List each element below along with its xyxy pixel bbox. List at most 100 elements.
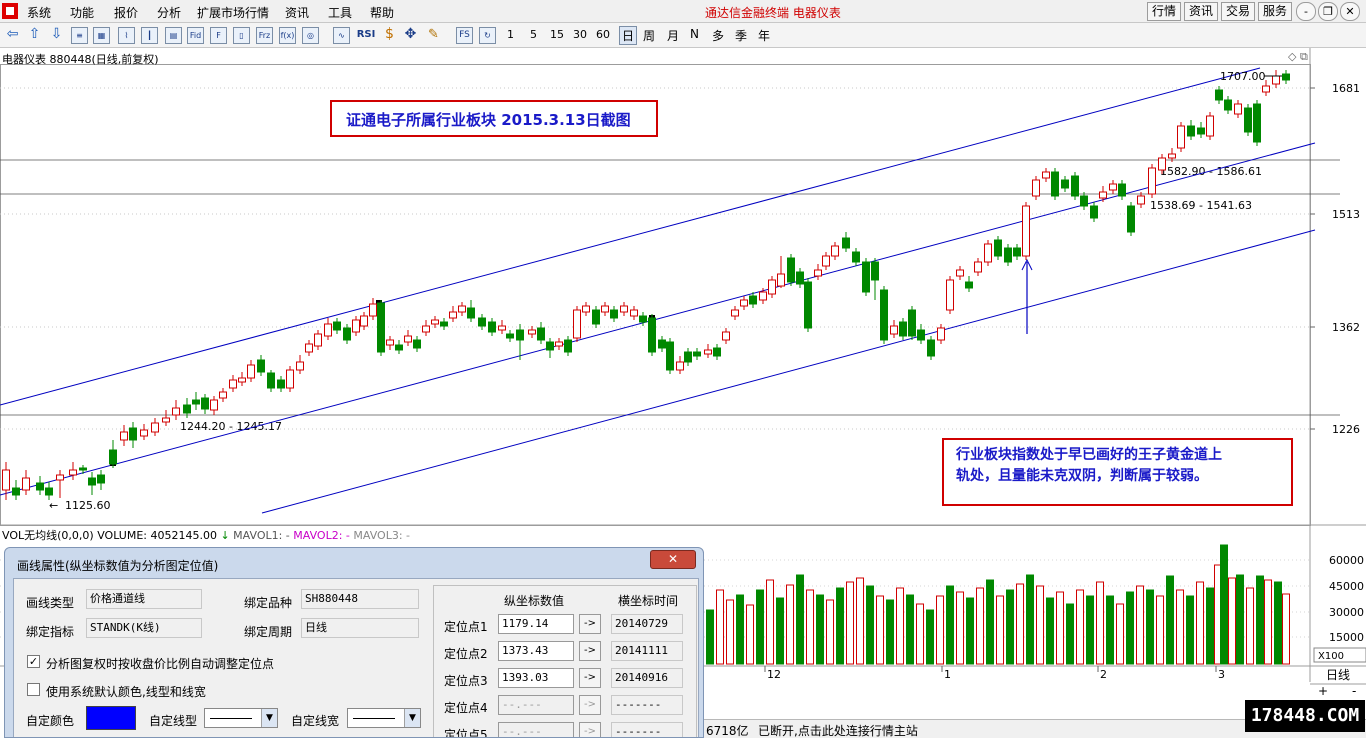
period-month[interactable]: 月 xyxy=(667,27,679,44)
cycle-icon[interactable]: ◎ xyxy=(302,27,319,44)
candle-down xyxy=(1071,175,1079,197)
finance-icon[interactable]: Fid xyxy=(187,27,204,44)
trade-button[interactable]: 交易 xyxy=(1221,2,1255,21)
chart-title: 电器仪表 880448(日线,前复权) xyxy=(2,53,159,66)
menu-function[interactable]: 功能 xyxy=(70,4,94,21)
x-axis-label: 1 xyxy=(944,668,951,681)
auto-adjust-checkbox[interactable]: ✓ xyxy=(27,655,40,668)
period-60min[interactable]: 60 xyxy=(596,28,610,41)
candle-up xyxy=(1109,183,1117,191)
restore-icon[interactable]: ❐ xyxy=(1318,2,1338,21)
volume-bar-up xyxy=(1056,591,1064,665)
low-price-label: 1125.60 xyxy=(65,499,111,512)
mavol3: MAVOL3: - xyxy=(353,529,410,542)
anchor-2-value-input[interactable]: 1373.43 xyxy=(498,641,574,661)
menu-extended-market[interactable]: 扩展市场行情 xyxy=(197,4,269,21)
minimize-icon[interactable]: - xyxy=(1296,2,1316,21)
period-week[interactable]: 周 xyxy=(643,27,655,44)
anchor-2-pick-button[interactable]: -> xyxy=(579,641,601,661)
anchor-3-value-input[interactable]: 1393.03 xyxy=(498,668,574,688)
dialog-body: 画线类型 价格通道线 绑定品种 SH880448 绑定指标 STANDK(K线)… xyxy=(13,578,699,737)
f10-icon[interactable]: F xyxy=(210,27,227,44)
service-button[interactable]: 服务 xyxy=(1258,2,1292,21)
line-chart-icon[interactable]: ⌇ xyxy=(118,27,135,44)
candle-up xyxy=(890,325,898,335)
rsi-icon[interactable]: RSI xyxy=(356,27,376,44)
formula-icon[interactable]: f(x) xyxy=(279,27,296,44)
refresh-icon[interactable]: ↻ xyxy=(479,27,496,44)
candle-down xyxy=(684,351,692,363)
color-swatch[interactable] xyxy=(86,706,136,730)
volume-bar-up xyxy=(786,584,794,665)
menu-analysis[interactable]: 分析 xyxy=(157,4,181,21)
pencil-icon[interactable]: ✎ xyxy=(425,27,442,44)
menu-quote[interactable]: 报价 xyxy=(114,4,138,21)
anchor-1-date: 20140729 xyxy=(611,614,683,634)
anchor-5-date: ------- xyxy=(611,722,683,737)
dialog-title: 画线属性(纵坐标数值为分析图定位值) xyxy=(17,559,219,573)
candle-up xyxy=(219,391,227,399)
default-style-checkbox[interactable] xyxy=(27,683,40,696)
toolbar: ⇦ ⇧ ⇩ ≡ ▦ ⌇ ┃ ▤ Fid F ▯ Frz f(x) ◎ ∿ RSI… xyxy=(0,23,1366,48)
dialog-close-button[interactable]: ✕ xyxy=(650,550,696,569)
period-5min[interactable]: 5 xyxy=(530,28,537,41)
price-axis-label: 1513 xyxy=(1332,208,1360,221)
candle-up xyxy=(151,422,159,433)
candlestick-icon[interactable]: ┃ xyxy=(141,27,158,44)
period-day[interactable]: 日 xyxy=(619,26,638,45)
indicator-icon[interactable]: ∿ xyxy=(333,27,350,44)
back-arrow-icon[interactable]: ⇦ xyxy=(4,27,21,44)
volume-bar-down xyxy=(866,585,874,665)
candle-down xyxy=(842,237,850,249)
menu-news[interactable]: 资讯 xyxy=(285,4,309,21)
down-arrow-icon[interactable]: ⇩ xyxy=(48,27,65,44)
menu-tools[interactable]: 工具 xyxy=(328,4,352,21)
volume-bar-up xyxy=(856,577,864,665)
anchor-3-pick-button[interactable]: -> xyxy=(579,668,601,688)
period-year[interactable]: 年 xyxy=(758,27,770,44)
watermark-logo: 178448.COM xyxy=(1245,700,1365,732)
candle-down xyxy=(658,339,666,349)
period-quarter[interactable]: 季 xyxy=(735,27,747,44)
news-button[interactable]: 资讯 xyxy=(1184,2,1218,21)
grid-icon[interactable]: ▦ xyxy=(93,27,110,44)
period-n[interactable]: N xyxy=(690,27,699,41)
anchor-4-label: 定位点4 xyxy=(444,701,488,715)
up-arrow-icon[interactable]: ⇧ xyxy=(26,27,43,44)
money-icon[interactable]: $ xyxy=(381,27,398,44)
period-multi[interactable]: 多 xyxy=(712,27,724,44)
document-icon[interactable]: ▯ xyxy=(233,27,250,44)
menu-help[interactable]: 帮助 xyxy=(370,4,394,21)
anchor-4-pick-button[interactable]: -> xyxy=(579,695,601,715)
anchor-1-pick-button[interactable]: -> xyxy=(579,614,601,634)
candle-up xyxy=(573,309,581,339)
anchor-4-value-input[interactable]: --.--- xyxy=(498,695,574,715)
chart-corner-icons[interactable]: ◇ ⧉ xyxy=(1288,50,1308,64)
line-style-select[interactable]: ▼ xyxy=(204,708,278,728)
period-1min[interactable]: 1 xyxy=(507,28,514,41)
report-icon[interactable]: ▤ xyxy=(165,27,182,44)
status-connect-link[interactable]: 已断开,点击此处连接行情主站 xyxy=(758,722,918,739)
frz-icon[interactable]: Frz xyxy=(256,27,273,44)
list-icon[interactable]: ≡ xyxy=(71,27,88,44)
anchor-5-pick-button[interactable]: -> xyxy=(579,722,601,737)
period-15min[interactable]: 15 xyxy=(550,28,564,41)
anchor-1-label: 定位点1 xyxy=(444,620,488,634)
candle-up xyxy=(449,311,457,319)
fs-icon[interactable]: FS xyxy=(456,27,473,44)
chevron-down-icon: ▼ xyxy=(404,709,420,727)
volume-bar-up xyxy=(1096,581,1104,665)
anchor-1-value-input[interactable]: 1179.14 xyxy=(498,614,574,634)
candle-up xyxy=(1262,85,1270,93)
menu-system[interactable]: 系统 xyxy=(27,4,51,21)
period-30min[interactable]: 30 xyxy=(573,28,587,41)
volume-bar-down xyxy=(986,579,994,665)
line-width-select[interactable]: ▼ xyxy=(347,708,421,728)
move-icon[interactable]: ✥ xyxy=(402,27,419,44)
anchor-5-value-input[interactable]: --.--- xyxy=(498,722,574,737)
close-icon[interactable]: ✕ xyxy=(1340,2,1360,21)
volume-bar-down xyxy=(1106,595,1114,665)
candle-down xyxy=(183,404,191,414)
quote-button[interactable]: 行情 xyxy=(1147,2,1181,21)
horizontal-level-label: 1582.90 - 1586.61 xyxy=(1160,165,1262,178)
